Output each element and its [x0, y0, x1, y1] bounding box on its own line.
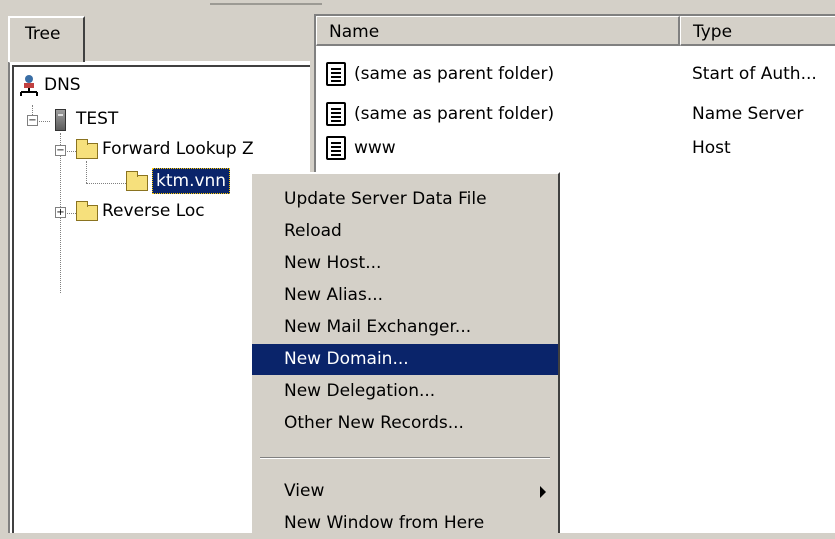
list-row[interactable]: www Host: [316, 134, 835, 166]
tree-node-forward-lookup[interactable]: Forward Lookup Z: [76, 137, 254, 161]
collapse-toggle[interactable]: −: [27, 115, 38, 126]
folder-icon: [76, 138, 98, 160]
tree-node-zone[interactable]: ktm.vnn: [126, 168, 231, 194]
tree-node-reverse-lookup[interactable]: Reverse Loc: [76, 199, 205, 223]
record-icon: [326, 136, 346, 160]
context-menu: Update Server Data File Reload New Host.…: [250, 172, 560, 533]
record-type: Host: [692, 138, 731, 158]
zone-folder-icon: [126, 170, 148, 192]
record-icon: [326, 102, 346, 126]
menu-item-new-alias[interactable]: New Alias...: [252, 280, 558, 311]
tree-node-dns[interactable]: DNS: [18, 73, 81, 97]
record-icon: [326, 62, 346, 86]
menu-item-reload[interactable]: Reload: [252, 216, 558, 247]
menu-item-new-delegation[interactable]: New Delegation...: [252, 376, 558, 407]
menu-item-new-window-from-here[interactable]: New Window from Here: [252, 508, 558, 539]
tree-node-label: DNS: [44, 75, 81, 95]
menu-item-new-domain[interactable]: New Domain...: [252, 344, 558, 375]
list-row[interactable]: (same as parent folder) Start of Auth...: [316, 60, 835, 92]
tree-node-label: TEST: [76, 109, 119, 129]
server-icon: [50, 108, 72, 131]
menu-item-update-server-data-file[interactable]: Update Server Data File: [252, 184, 558, 215]
menu-item-view[interactable]: View: [252, 476, 558, 507]
record-type: Name Server: [692, 104, 804, 124]
menu-item-other-new-records[interactable]: Other New Records...: [252, 408, 558, 439]
menu-item-new-host[interactable]: New Host...: [252, 248, 558, 279]
folder-icon: [76, 200, 98, 222]
tree-node-label: Reverse Loc: [102, 201, 205, 221]
tree-node-label: ktm.vnn: [152, 168, 231, 194]
list-row[interactable]: (same as parent folder) Name Server: [316, 100, 835, 132]
column-header-name[interactable]: Name: [316, 16, 680, 46]
tree-node-label: Forward Lookup Z: [102, 139, 254, 159]
record-name: (same as parent folder): [354, 64, 555, 84]
tab-tree[interactable]: Tree: [8, 16, 85, 62]
dns-icon: [18, 74, 40, 96]
expand-toggle[interactable]: +: [55, 207, 66, 218]
menu-separator: [260, 457, 550, 459]
submenu-arrow-icon: [540, 486, 546, 498]
tree-node-server[interactable]: TEST: [50, 107, 118, 131]
top-border: [0, 0, 835, 8]
tab-tree-label: Tree: [25, 24, 61, 44]
record-name: www: [354, 138, 396, 158]
menu-item-new-mail-exchanger[interactable]: New Mail Exchanger...: [252, 312, 558, 343]
column-header-type[interactable]: Type: [680, 16, 835, 46]
collapse-toggle[interactable]: −: [55, 145, 66, 156]
record-type: Start of Auth...: [692, 64, 817, 84]
record-name: (same as parent folder): [354, 104, 555, 124]
